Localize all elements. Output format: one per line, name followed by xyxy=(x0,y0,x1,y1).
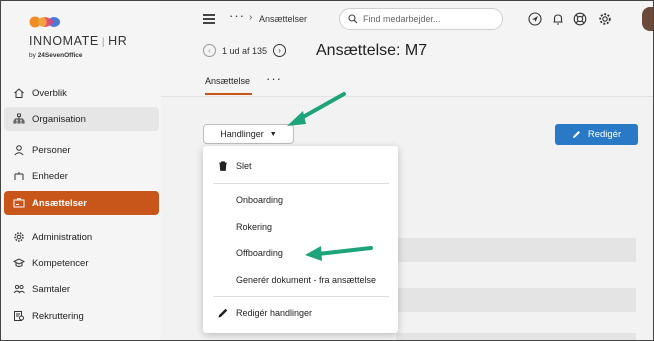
next-record-icon[interactable]: › xyxy=(273,44,287,57)
chevron-right-icon: › xyxy=(249,12,253,23)
pencil-icon xyxy=(572,131,580,138)
breadcrumb[interactable]: Ansættelser xyxy=(259,14,307,24)
logo-mark-icon xyxy=(29,16,60,28)
menu-item-label: Offboarding xyxy=(236,248,283,258)
sidebar-item-label: Kompetencer xyxy=(32,257,89,269)
sidebar-item-enheder[interactable]: Enheder xyxy=(4,164,159,188)
sidebar: INNOMATE | HR by 24SevenOffice Overblik Or… xyxy=(1,1,161,340)
form-field-placeholder xyxy=(396,238,636,262)
form-field-placeholder xyxy=(396,288,636,312)
logo-product: HR xyxy=(108,34,128,48)
menu-item-slet[interactable]: Slet xyxy=(203,154,398,178)
trash-icon xyxy=(219,161,227,171)
menu-item-label: Rokering xyxy=(236,222,273,232)
app-logo[interactable]: INNOMATE | HR by 24SevenOffice xyxy=(29,14,149,64)
avatar[interactable] xyxy=(642,7,654,31)
unit-icon xyxy=(12,169,26,183)
edit-button[interactable]: Redigér xyxy=(555,124,638,145)
sidebar-item-label: Personer xyxy=(32,144,71,156)
edit-label: Redigér xyxy=(587,129,622,140)
handlinger-dropdown-menu: Slet Onboarding Rokering Offboarding Gen… xyxy=(203,146,398,333)
menu-item-onboarding[interactable]: Onboarding xyxy=(203,188,398,212)
sidebar-item-kompetencer[interactable]: Kompetencer xyxy=(4,251,159,275)
search-icon xyxy=(348,14,358,24)
bell-icon[interactable] xyxy=(551,12,565,26)
chevron-down-icon: ▼ xyxy=(269,130,277,138)
pencil-icon xyxy=(218,308,228,318)
menu-item-offboarding[interactable]: Offboarding xyxy=(203,241,398,265)
person-icon xyxy=(12,143,26,157)
menu-divider xyxy=(213,296,389,297)
menu-item-label: Onboarding xyxy=(236,195,284,205)
search-box[interactable] xyxy=(339,8,503,30)
handlinger-label: Handlinger xyxy=(220,129,264,139)
record-pager: ‹ 1 ud af 135 › xyxy=(203,44,287,57)
handlinger-button[interactable]: Handlinger ▼ xyxy=(203,124,294,144)
gear-icon xyxy=(12,230,26,244)
help-lifebuoy-icon[interactable] xyxy=(573,12,587,26)
menu-item-label: Redigér handlinger xyxy=(236,308,313,318)
graduation-cap-icon xyxy=(12,256,26,270)
recruit-icon xyxy=(12,309,26,323)
previous-record-icon[interactable]: ‹ xyxy=(203,44,216,57)
menu-item-rediger-handlinger[interactable]: Redigér handlinger xyxy=(203,301,398,325)
sidebar-item-label: Ansættelser xyxy=(32,197,87,209)
menu-item-generer-dokument[interactable]: Generér dokument - fra ansættelse xyxy=(203,268,398,292)
navigation-icon[interactable] xyxy=(528,12,542,26)
home-icon xyxy=(12,86,26,100)
logo-name: INNOMATE xyxy=(29,34,99,48)
sidebar-item-organisation[interactable]: Organisation xyxy=(4,107,159,131)
sidebar-item-rekruttering[interactable]: Rekruttering xyxy=(4,304,159,328)
sidebar-item-label: Rekruttering xyxy=(32,310,84,322)
logo-brand-prefix: 24 xyxy=(37,52,45,59)
menu-icon[interactable] xyxy=(203,14,215,24)
sidebar-item-personer[interactable]: Personer xyxy=(4,138,159,162)
form-field-placeholder xyxy=(396,333,636,341)
tab-ansaettelse[interactable]: Ansættelse xyxy=(205,76,250,86)
sidebar-item-label: Samtaler xyxy=(32,283,71,295)
menu-item-label: Generér dokument - fra ansættelse xyxy=(236,275,377,285)
id-card-icon xyxy=(12,196,26,210)
sidebar-item-label: Organisation xyxy=(32,113,86,125)
settings-gear-icon[interactable] xyxy=(598,12,612,26)
logo-by: by xyxy=(29,52,36,59)
sidebar-item-label: Enheder xyxy=(32,170,68,182)
sidebar-item-overblik[interactable]: Overblik xyxy=(4,81,159,105)
pager-text: 1 ud af 135 xyxy=(222,45,268,56)
sidebar-item-label: Overblik xyxy=(32,87,67,99)
page-title: Ansættelse: M7 xyxy=(316,42,428,59)
menu-item-label: Slet xyxy=(236,161,252,171)
org-chart-icon xyxy=(12,112,26,126)
active-tab-indicator xyxy=(205,93,252,95)
more-horizontal-icon[interactable]: ··· xyxy=(229,9,245,22)
logo-brand-suffix: SevenOffice xyxy=(44,52,83,59)
sidebar-item-administration[interactable]: Administration xyxy=(4,225,159,249)
people-icon xyxy=(12,282,26,296)
menu-divider xyxy=(213,183,389,184)
menu-item-rokering[interactable]: Rokering xyxy=(203,215,398,239)
sidebar-item-label: Administration xyxy=(32,231,93,243)
sidebar-item-samtaler[interactable]: Samtaler xyxy=(4,277,159,301)
search-input[interactable] xyxy=(363,14,493,24)
top-bar: ··· › Ansættelser xyxy=(161,1,654,37)
page-header: ‹ 1 ud af 135 › Ansættelse: M7 Ansættels… xyxy=(161,37,653,97)
more-tabs-icon[interactable]: ··· xyxy=(266,71,282,86)
sidebar-item-ansaettelser[interactable]: Ansættelser xyxy=(4,191,159,215)
